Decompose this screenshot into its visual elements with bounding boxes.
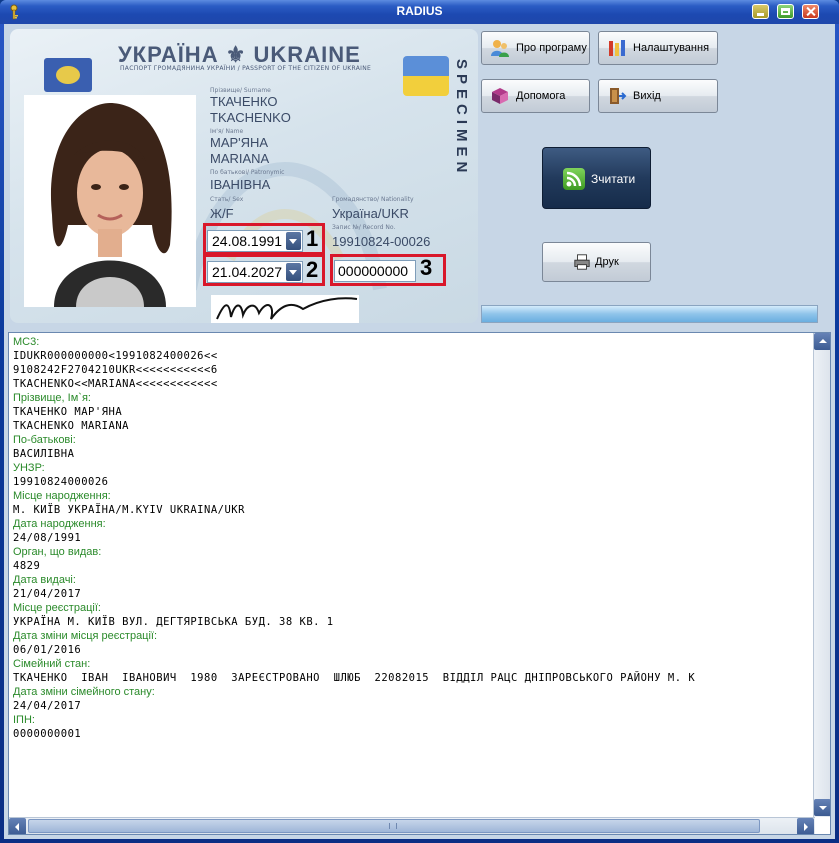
expiry-date-value: 21.04.2027: [212, 264, 283, 280]
patronymic-label: По батькові/ Patronymic: [210, 169, 285, 176]
field-caption: Орган, що видав:: [13, 546, 102, 558]
name-en: MARIANA: [210, 151, 270, 166]
surname-en: TKACHENKO: [210, 110, 291, 125]
maximize-button[interactable]: [777, 4, 794, 19]
scroll-down-button[interactable]: [814, 799, 830, 816]
nationality-label: Громадянство/ Nationality: [332, 196, 414, 203]
field-caption: Сімейний стан:: [13, 658, 91, 670]
read-label: Зчитати: [591, 172, 636, 186]
rss-icon: [563, 168, 585, 190]
horizontal-scrollbar[interactable]: [9, 817, 815, 834]
field-caption: Дата видачі:: [13, 574, 76, 586]
field-value: УКРАЇНА М. КИЇВ ВУЛ. ДЕГТЯРІВСЬКА БУД. 3…: [13, 616, 334, 628]
tools-icon: [609, 40, 625, 56]
field-value: 19910824000026: [13, 476, 109, 488]
marker-1: 1: [306, 226, 319, 251]
about-label: Про програму: [516, 42, 587, 54]
field-caption: MC3:: [13, 336, 40, 348]
printer-icon: [574, 254, 590, 270]
ukraine-flag-icon: [403, 56, 449, 96]
document-number-input[interactable]: 000000000: [334, 260, 416, 282]
users-icon: [491, 40, 509, 57]
birth-date-value: 24.08.1991: [212, 233, 283, 249]
signature-image: [211, 295, 359, 323]
book-icon: [492, 88, 508, 104]
field-value: 4829: [13, 560, 41, 572]
minimize-icon: [757, 13, 764, 16]
help-label: Допомога: [516, 90, 566, 102]
field-value: IDUKR000000000<1991082400026<<: [13, 350, 218, 362]
expiry-date-picker[interactable]: 21.04.2027: [207, 261, 303, 283]
id-card-preview: УКРАЇНА ⚜ UKRAINE ПАСПОРТ ГРОМАДЯНИНА УК…: [10, 29, 478, 323]
field-caption: Дата зміни сімейного стану:: [13, 686, 155, 698]
eu-chip-emblem: [44, 58, 92, 92]
signature-drawing: [216, 297, 358, 320]
exit-button[interactable]: Вихід: [598, 79, 718, 113]
client-area: УКРАЇНА ⚜ UKRAINE ПАСПОРТ ГРОМАДЯНИНА УК…: [4, 24, 835, 839]
help-button[interactable]: Допомога: [481, 79, 590, 113]
exit-door-icon: [610, 88, 627, 104]
field-caption: По-батькові:: [13, 434, 76, 446]
portrait-image: [24, 95, 196, 307]
field-value: ТКАЧЕНКО МАР'ЯНА: [13, 406, 123, 418]
exit-label: Вихід: [633, 90, 661, 102]
sex-label: Стать/ Sex: [210, 196, 244, 203]
maximize-icon: [781, 8, 790, 15]
window-title: RADIUS: [396, 4, 443, 18]
sex-value: Ж/F: [210, 206, 234, 221]
field-caption: Місце реєстрації:: [13, 602, 101, 614]
chevron-down-icon[interactable]: [286, 232, 301, 250]
field-caption: Місце народження:: [13, 490, 111, 502]
record-value: 19910824-00026: [332, 234, 431, 249]
card-subtitle: ПАСПОРТ ГРОМАДЯНИНА УКРАЇНИ / PASSPORT O…: [120, 65, 372, 72]
print-button[interactable]: Друк: [542, 242, 651, 282]
surname-label: Прізвище/ Surname: [210, 87, 271, 94]
field-caption: ІПН:: [13, 714, 35, 726]
name-label: Ім'я/ Name: [210, 128, 244, 135]
field-caption: Дата зміни місця реєстрації:: [13, 630, 158, 642]
field-value: ТКАЧЕНКО ІВАН ІВАНОВИЧ 1980 ЗАРЕЄСТРОВАН…: [13, 672, 696, 684]
app-window: RADIUS УКРАЇНА ⚜ UKRAINE ПАСПОРТ ГРОМАДЯ…: [0, 0, 839, 843]
field-value: 24/04/2017: [13, 700, 82, 712]
vertical-scrollbar[interactable]: [813, 333, 830, 817]
settings-label: Налаштування: [633, 42, 710, 54]
result-lines: MC3: IDUKR000000000<1991082400026<< 910824…: [13, 335, 813, 741]
field-value: 21/04/2017: [13, 588, 82, 600]
read-button[interactable]: Зчитати: [542, 147, 651, 209]
marker-3: 3: [420, 255, 433, 280]
birth-date-picker[interactable]: 24.08.1991: [207, 230, 303, 252]
nationality-value: Україна/UKR: [332, 206, 409, 221]
chevron-down-icon[interactable]: [286, 263, 301, 281]
patronymic-value: ІВАНІВНА: [210, 177, 271, 192]
name-ua: МАР'ЯНА: [210, 135, 269, 150]
field-value: 9108242F2704210UKR<<<<<<<<<<<6: [13, 364, 218, 376]
field-value: TKACHENKO<<MARIANA<<<<<<<<<<<<: [13, 378, 218, 390]
scroll-left-button[interactable]: [9, 818, 26, 834]
result-text-area[interactable]: MC3: IDUKR000000000<1991082400026<< 910824…: [8, 332, 831, 835]
horizontal-scroll-thumb[interactable]: [28, 819, 760, 833]
field-value: 0000000001: [13, 728, 82, 740]
scroll-right-button[interactable]: [797, 818, 814, 834]
holder-photo: [24, 95, 196, 307]
surname-ua: ТКАЧЕНКО: [210, 94, 278, 109]
field-value: 06/01/2016: [13, 644, 82, 656]
field-value: TKACHENKO MARIANA: [13, 420, 129, 432]
field-value: ВАСИЛІВНА: [13, 448, 75, 460]
field-value: М. КИЇВ УКРАЇНА/M.KYIV UKRAINA/UKR: [13, 504, 245, 516]
field-value: 24/08/1991: [13, 532, 82, 544]
settings-button[interactable]: Налаштування: [598, 31, 718, 65]
read-progress-bar: [481, 305, 818, 323]
minimize-button[interactable]: [752, 4, 769, 19]
scroll-up-button[interactable]: [814, 333, 830, 350]
specimen-watermark: SPECIMEN: [453, 59, 470, 178]
field-caption: Дата народження:: [13, 518, 106, 530]
title-bar[interactable]: RADIUS: [0, 0, 839, 24]
field-caption: Прізвище, Ім`я:: [13, 392, 91, 404]
about-button[interactable]: Про програму: [481, 31, 590, 65]
print-label: Друк: [595, 256, 619, 268]
record-label: Запис №/ Record No.: [332, 224, 396, 231]
close-button[interactable]: [802, 4, 819, 19]
field-caption: УНЗР:: [13, 462, 45, 474]
marker-2: 2: [306, 257, 319, 282]
